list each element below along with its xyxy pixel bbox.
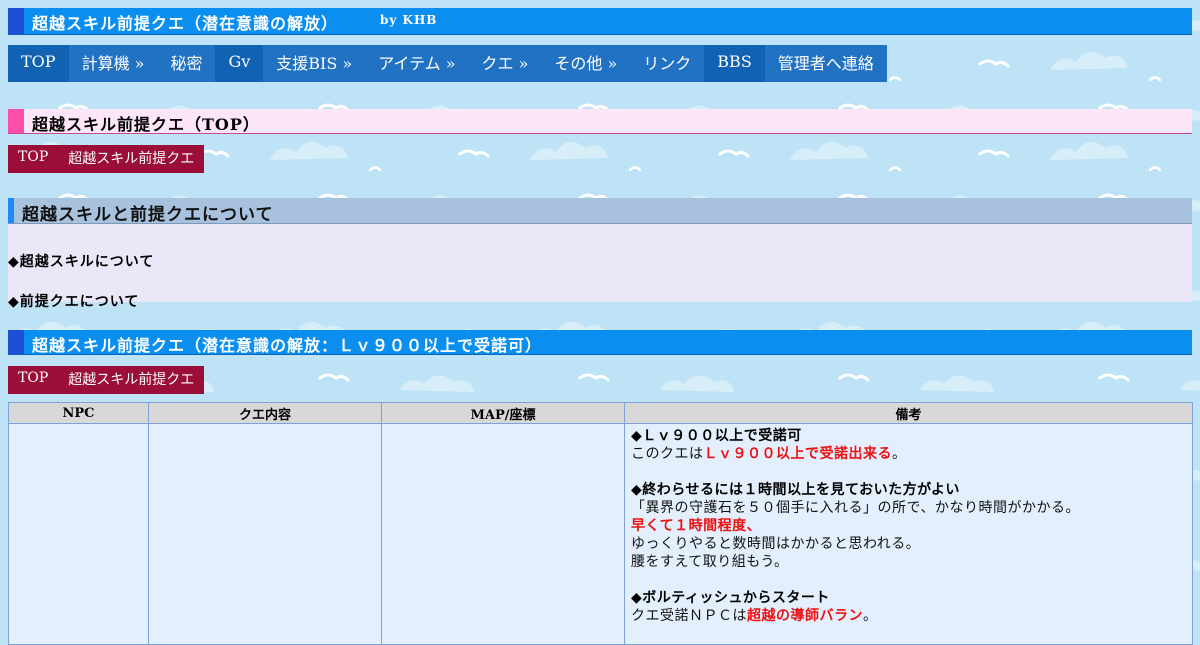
notes-heading-level: ◆Ｌｖ９００以上で受諾可 <box>631 428 802 444</box>
text: 。 <box>863 608 878 624</box>
nav-links[interactable]: リンク <box>630 45 705 82</box>
notes-time-text-3: 腰をすえて取り組もう。 <box>631 554 789 570</box>
page-wrapper: 超越スキル前提クエ（潜在意識の解放） by KHB TOP 計算機 » 秘密 G… <box>8 8 1193 645</box>
notes-start-text: クエ受諾ＮＰＣは超越の導師バラン。 <box>631 607 1192 625</box>
title-marker <box>8 8 24 34</box>
main-nav: TOP 計算機 » 秘密 Gv 支援BIS » アイテム » クエ » その他 … <box>8 45 887 82</box>
nav-contact-admin[interactable]: 管理者へ連絡 <box>764 45 887 82</box>
section-header-top: 超越スキル前提クエ（TOP） <box>8 109 1192 134</box>
cell-npc <box>8 423 149 645</box>
breadcrumb-top-link[interactable]: TOP <box>8 366 59 394</box>
nav-top[interactable]: TOP <box>8 45 69 82</box>
notes-heading-time: ◆終わらせるには１時間以上を見ておいた方がよい <box>631 482 960 498</box>
notes-time-text: 「異界の守護石を５０個手に入れる」の所で、かなり時間がかかる。 <box>631 500 1080 516</box>
cell-notes: ◆Ｌｖ９００以上で受諾可 このクエはＬｖ９００以上で受諾出来る。 ◆終わらせるに… <box>624 423 1193 645</box>
cell-map <box>381 423 625 645</box>
notes-heading-start: ◆ボルティッシュからスタート <box>631 590 830 606</box>
site-title-bar: 超越スキル前提クエ（潜在意識の解放） by KHB <box>8 8 1192 35</box>
notes-time-text-2: ゆっくりやると数時間はかかると思われる。 <box>631 536 921 552</box>
about-section-body: ◆超越スキルについて ◆前提クエについて <box>8 224 1192 310</box>
about-prereq-heading: ◆前提クエについて <box>8 294 140 310</box>
nav-support-bis[interactable]: 支援BIS » <box>263 45 366 82</box>
about-marker <box>8 198 14 223</box>
col-header-content: クエ内容 <box>148 402 382 424</box>
section-title: 超越スキル前提クエ（TOP） <box>32 115 260 134</box>
nav-bbs[interactable]: BBS <box>704 45 765 82</box>
table-header-row: NPC クエ内容 MAP/座標 備考 <box>8 402 1193 424</box>
text: このクエは <box>631 446 704 462</box>
section-marker <box>8 109 24 133</box>
nav-gv[interactable]: Gv <box>215 45 264 82</box>
col-header-notes: 備考 <box>624 402 1193 424</box>
nav-secret[interactable]: 秘密 <box>157 45 216 82</box>
col-header-npc: NPC <box>8 402 149 424</box>
highlight-text: Ｌｖ９００以上で受諾出来る <box>703 446 892 462</box>
breadcrumb-2: TOP 超越スキル前提クエ <box>8 366 205 394</box>
highlight-text: 超越の導師バラン <box>747 608 863 624</box>
quest-title: 超越スキル前提クエ（潜在意識の解放：Ｌｖ９００以上で受諾可） <box>32 336 543 355</box>
text: 、 <box>746 518 762 534</box>
about-section-header: 超越スキルと前提クエについて <box>8 198 1192 225</box>
quest-marker <box>8 330 24 354</box>
text: クエ受諾ＮＰＣは <box>631 608 747 624</box>
nav-calculator[interactable]: 計算機 » <box>68 45 158 82</box>
breadcrumb-top-link[interactable]: TOP <box>8 145 59 173</box>
breadcrumb-current[interactable]: 超越スキル前提クエ <box>58 366 205 394</box>
notes-level-text: このクエはＬｖ９００以上で受諾出来る。 <box>631 445 1192 463</box>
col-header-map: MAP/座標 <box>381 402 625 424</box>
nav-other[interactable]: その他 » <box>541 45 631 82</box>
cell-content <box>148 423 382 645</box>
breadcrumb: TOP 超越スキル前提クエ <box>8 145 205 173</box>
nav-quests[interactable]: クエ » <box>468 45 542 82</box>
quest-table: NPC クエ内容 MAP/座標 備考 ◆Ｌｖ９００以上で受諾可 このクエはＬｖ９… <box>8 402 1193 645</box>
site-author: by KHB <box>380 13 438 27</box>
text: 。 <box>892 446 907 462</box>
notes-time-highlight: 早くて１時間程度、 <box>631 517 1192 535</box>
about-skill-heading: ◆超越スキルについて <box>8 254 155 270</box>
about-title: 超越スキルと前提クエについて <box>22 205 274 225</box>
site-title: 超越スキル前提クエ（潜在意識の解放） <box>32 14 339 33</box>
table-row: ◆Ｌｖ９００以上で受諾可 このクエはＬｖ９００以上で受諾出来る。 ◆終わらせるに… <box>8 423 1193 645</box>
notes-text: ◆Ｌｖ９００以上で受諾可 このクエはＬｖ９００以上で受諾出来る。 ◆終わらせるに… <box>625 424 1192 625</box>
quest-section-header: 超越スキル前提クエ（潜在意識の解放：Ｌｖ９００以上で受諾可） <box>8 330 1192 355</box>
nav-items[interactable]: アイテム » <box>365 45 469 82</box>
highlight-text: 早くて１時間程度 <box>631 518 747 534</box>
breadcrumb-current[interactable]: 超越スキル前提クエ <box>58 145 205 173</box>
